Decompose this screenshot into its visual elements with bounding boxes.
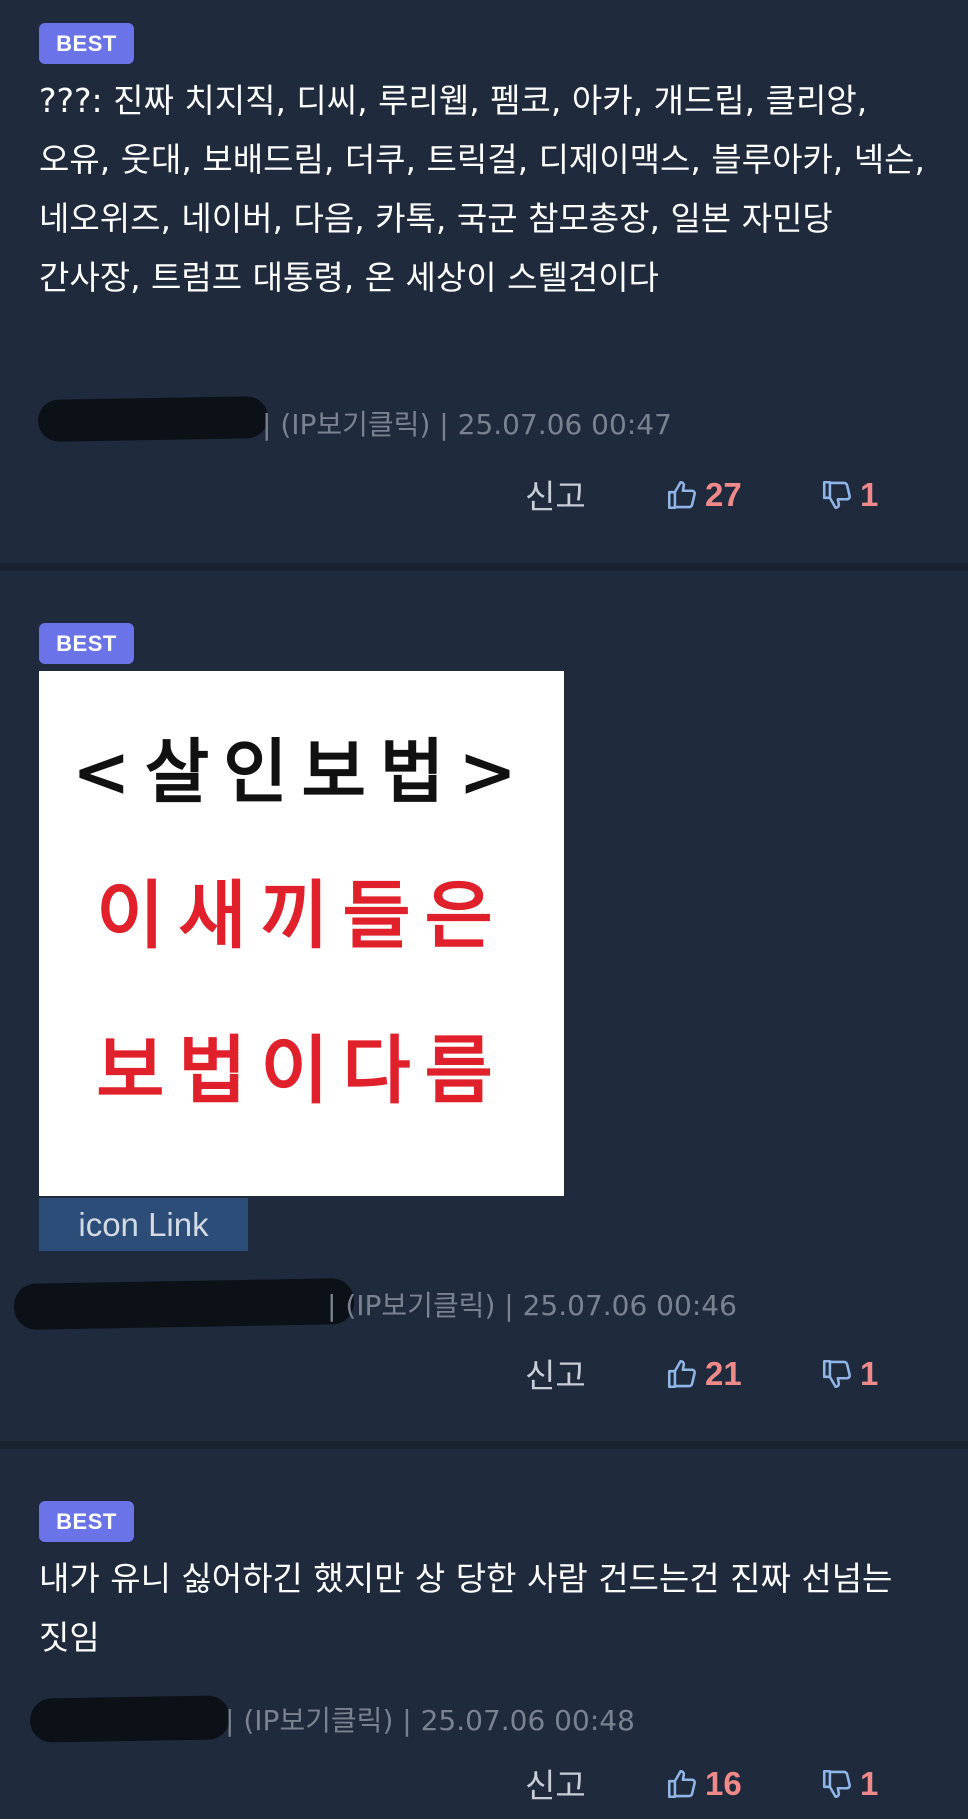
like-count: 16 [705,1765,742,1802]
comment-divider [0,563,968,571]
best-badge: BEST [39,623,134,664]
comment-meta: | (IP보기클릭) | 25.07.06 00:47 [262,408,672,441]
best-badge: BEST [39,1501,134,1542]
dislike-button[interactable]: 1 [820,476,878,514]
comment-1: BEST ???: 진짜 치지직, 디씨, 루리웹, 펨코, 아카, 개드립, … [0,0,968,560]
thumbs-down-icon [820,1767,854,1801]
comment-divider [0,1441,968,1449]
thumbs-down-icon [820,478,854,512]
icon-link-button[interactable]: icon Link [39,1198,248,1251]
redacted-author [37,395,269,443]
redacted-author [13,1278,355,1330]
image-text-line-1: <살인보법> [72,730,531,813]
like-button[interactable]: 21 [665,1355,742,1393]
comment-2: BEST <살인보법> 이새끼들은 보법이다름 icon Link | (IP보… [0,571,968,1443]
dislike-button[interactable]: 1 [820,1765,878,1803]
dislike-button[interactable]: 1 [820,1355,878,1393]
comment-text: ???: 진짜 치지직, 디씨, 루리웹, 펨코, 아카, 개드립, 클리앙, … [39,81,925,297]
like-button[interactable]: 16 [665,1765,742,1803]
report-button[interactable]: 신고 [525,470,586,518]
report-button[interactable]: 신고 [525,1759,586,1807]
thumbs-up-icon [665,478,699,512]
like-button[interactable]: 27 [665,476,742,514]
thumbs-up-icon [665,1357,699,1391]
comment-meta: | (IP보기클릭) | 25.07.06 00:48 [225,1704,635,1737]
like-count: 27 [705,476,742,513]
redacted-author [29,1695,231,1743]
dislike-count: 1 [860,1765,879,1802]
comment-3: BEST 내가 유니 싫어하긴 했지만 상 당한 사람 건드는건 진짜 선넘는 … [0,1449,968,1819]
image-text-line-3: 보법이다름 [96,1028,507,1114]
comment-meta: | (IP보기클릭) | 25.07.06 00:46 [327,1289,737,1322]
thumbs-up-icon [665,1767,699,1801]
thumbs-down-icon [820,1357,854,1391]
comment-image[interactable]: <살인보법> 이새끼들은 보법이다름 [39,671,564,1196]
dislike-count: 1 [860,476,879,513]
report-button[interactable]: 신고 [525,1349,586,1397]
image-text-line-2: 이새끼들은 [96,873,507,959]
comment-text: 내가 유니 싫어하긴 했지만 상 당한 사람 건드는건 진짜 선넘는 짓임 [39,1559,893,1657]
like-count: 21 [705,1355,742,1392]
best-badge: BEST [39,23,134,64]
dislike-count: 1 [860,1355,879,1392]
